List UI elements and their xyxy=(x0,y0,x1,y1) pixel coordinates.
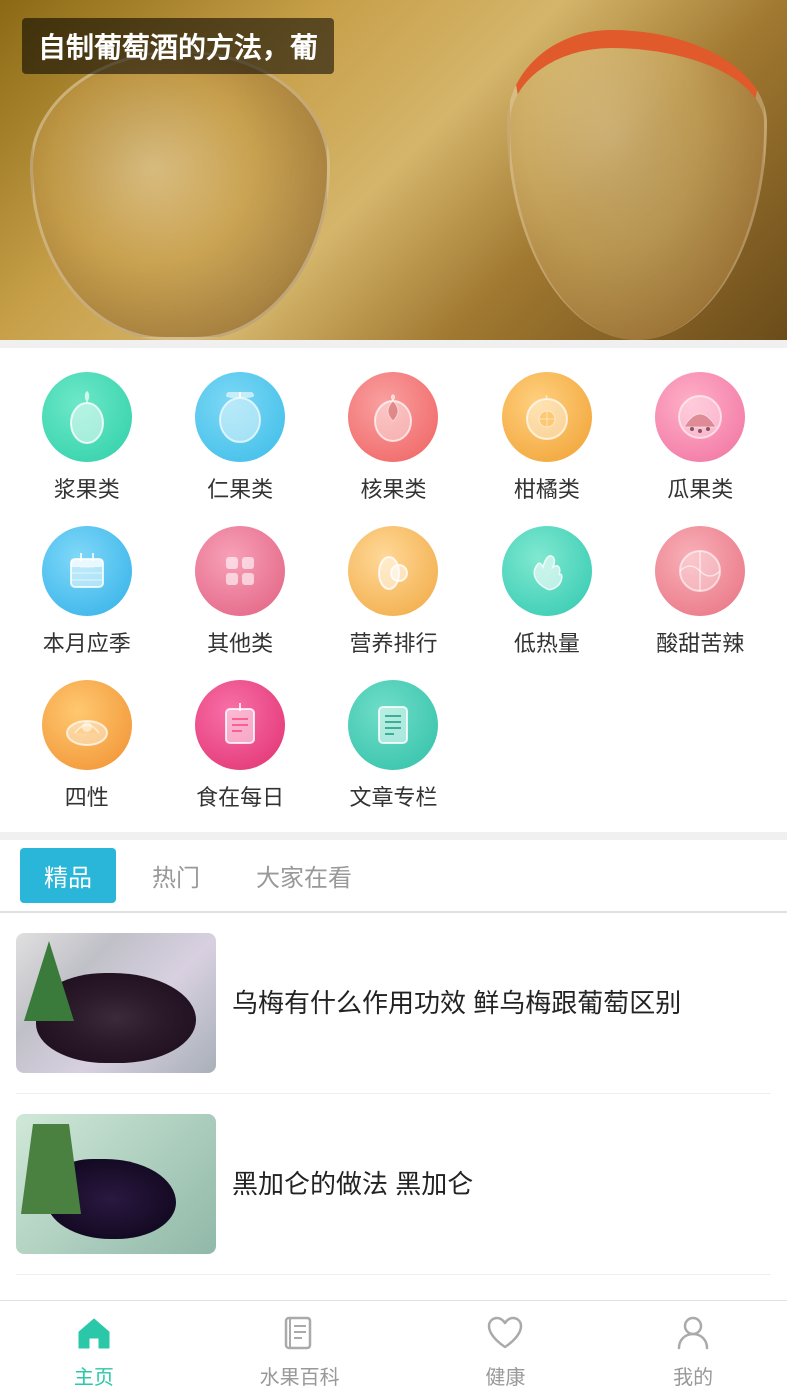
heart-icon xyxy=(483,1311,527,1355)
stone-label: 核果类 xyxy=(360,472,426,504)
article-ume[interactable]: 乌梅有什么作用功效 鲜乌梅跟葡萄区别 xyxy=(16,913,771,1094)
user-icon xyxy=(671,1311,715,1355)
nav-health-label: 健康 xyxy=(485,1361,525,1390)
nav-encyclopedia-label: 水果百科 xyxy=(260,1361,340,1390)
category-melon[interactable]: 瓜果类 xyxy=(624,372,777,504)
nut-icon xyxy=(195,372,285,462)
category-stone[interactable]: 核果类 xyxy=(317,372,470,504)
category-taste[interactable]: 酸甜苦辣 xyxy=(624,526,777,658)
article-list: 乌梅有什么作用功效 鲜乌梅跟葡萄区别 黑加仑的做法 黑加仑 xyxy=(0,913,787,1275)
category-nature[interactable]: 四性 xyxy=(10,680,163,812)
article-blackcurrant-title: 黑加仑的做法 黑加仑 xyxy=(232,1165,473,1204)
article-blackcurrant[interactable]: 黑加仑的做法 黑加仑 xyxy=(16,1094,771,1275)
bottom-nav: 主页 水果百科 健康 我的 xyxy=(0,1300,787,1400)
category-nutrition[interactable]: 营养排行 xyxy=(317,526,470,658)
low-icon xyxy=(502,526,592,616)
article-icon xyxy=(348,680,438,770)
daily-icon xyxy=(195,680,285,770)
hero-banner[interactable]: 自制葡萄酒的方法，葡 xyxy=(0,0,787,340)
article-ume-thumb xyxy=(16,933,216,1073)
category-citrus[interactable]: 柑橘类 xyxy=(470,372,623,504)
season-label: 本月应季 xyxy=(43,626,131,658)
citrus-label: 柑橘类 xyxy=(514,472,580,504)
other-label: 其他类 xyxy=(207,626,273,658)
book-icon xyxy=(278,1311,322,1355)
category-season[interactable]: 本月应季 xyxy=(10,526,163,658)
nutrition-label: 营养排行 xyxy=(349,626,437,658)
category-low[interactable]: 低热量 xyxy=(470,526,623,658)
nav-home-label: 主页 xyxy=(74,1361,114,1390)
article-label: 文章专栏 xyxy=(349,780,437,812)
melon-icon xyxy=(655,372,745,462)
nutrition-icon xyxy=(348,526,438,616)
tab-featured[interactable]: 精品 xyxy=(20,848,116,903)
tab-watching[interactable]: 大家在看 xyxy=(228,840,380,911)
tabs-header: 精品 热门 大家在看 xyxy=(0,840,787,913)
home-icon xyxy=(72,1311,116,1355)
category-daily[interactable]: 食在每日 xyxy=(163,680,316,812)
daily-label: 食在每日 xyxy=(196,780,284,812)
category-section: 浆果类 仁果类 核果类 xyxy=(0,348,787,832)
article-ume-content: 乌梅有什么作用功效 鲜乌梅跟葡萄区别 xyxy=(232,933,771,1073)
other-icon xyxy=(195,526,285,616)
nav-mine-label: 我的 xyxy=(673,1361,713,1390)
nut-label: 仁果类 xyxy=(207,472,273,504)
melon-label: 瓜果类 xyxy=(667,472,733,504)
taste-icon xyxy=(655,526,745,616)
nav-home[interactable]: 主页 xyxy=(52,1303,136,1398)
tab-hot[interactable]: 热门 xyxy=(124,840,228,911)
article-blackcurrant-content: 黑加仑的做法 黑加仑 xyxy=(232,1114,771,1254)
nav-encyclopedia[interactable]: 水果百科 xyxy=(240,1303,360,1398)
season-icon xyxy=(42,526,132,616)
nav-health[interactable]: 健康 xyxy=(463,1303,547,1398)
taste-label: 酸甜苦辣 xyxy=(656,626,744,658)
hero-jar-left xyxy=(30,50,330,340)
category-article[interactable]: 文章专栏 xyxy=(317,680,470,812)
hero-title: 自制葡萄酒的方法，葡 xyxy=(22,18,334,74)
category-berry[interactable]: 浆果类 xyxy=(10,372,163,504)
nature-icon xyxy=(42,680,132,770)
berry-label: 浆果类 xyxy=(54,472,120,504)
low-label: 低热量 xyxy=(514,626,580,658)
article-ume-title: 乌梅有什么作用功效 鲜乌梅跟葡萄区别 xyxy=(232,984,681,1023)
hero-jar-right xyxy=(507,30,767,340)
stone-icon xyxy=(348,372,438,462)
category-other[interactable]: 其他类 xyxy=(163,526,316,658)
category-nut[interactable]: 仁果类 xyxy=(163,372,316,504)
nature-label: 四性 xyxy=(65,780,109,812)
citrus-icon xyxy=(502,372,592,462)
article-blackcurrant-thumb xyxy=(16,1114,216,1254)
berry-icon xyxy=(42,372,132,462)
category-grid: 浆果类 仁果类 核果类 xyxy=(10,372,777,812)
nav-mine[interactable]: 我的 xyxy=(651,1303,735,1398)
